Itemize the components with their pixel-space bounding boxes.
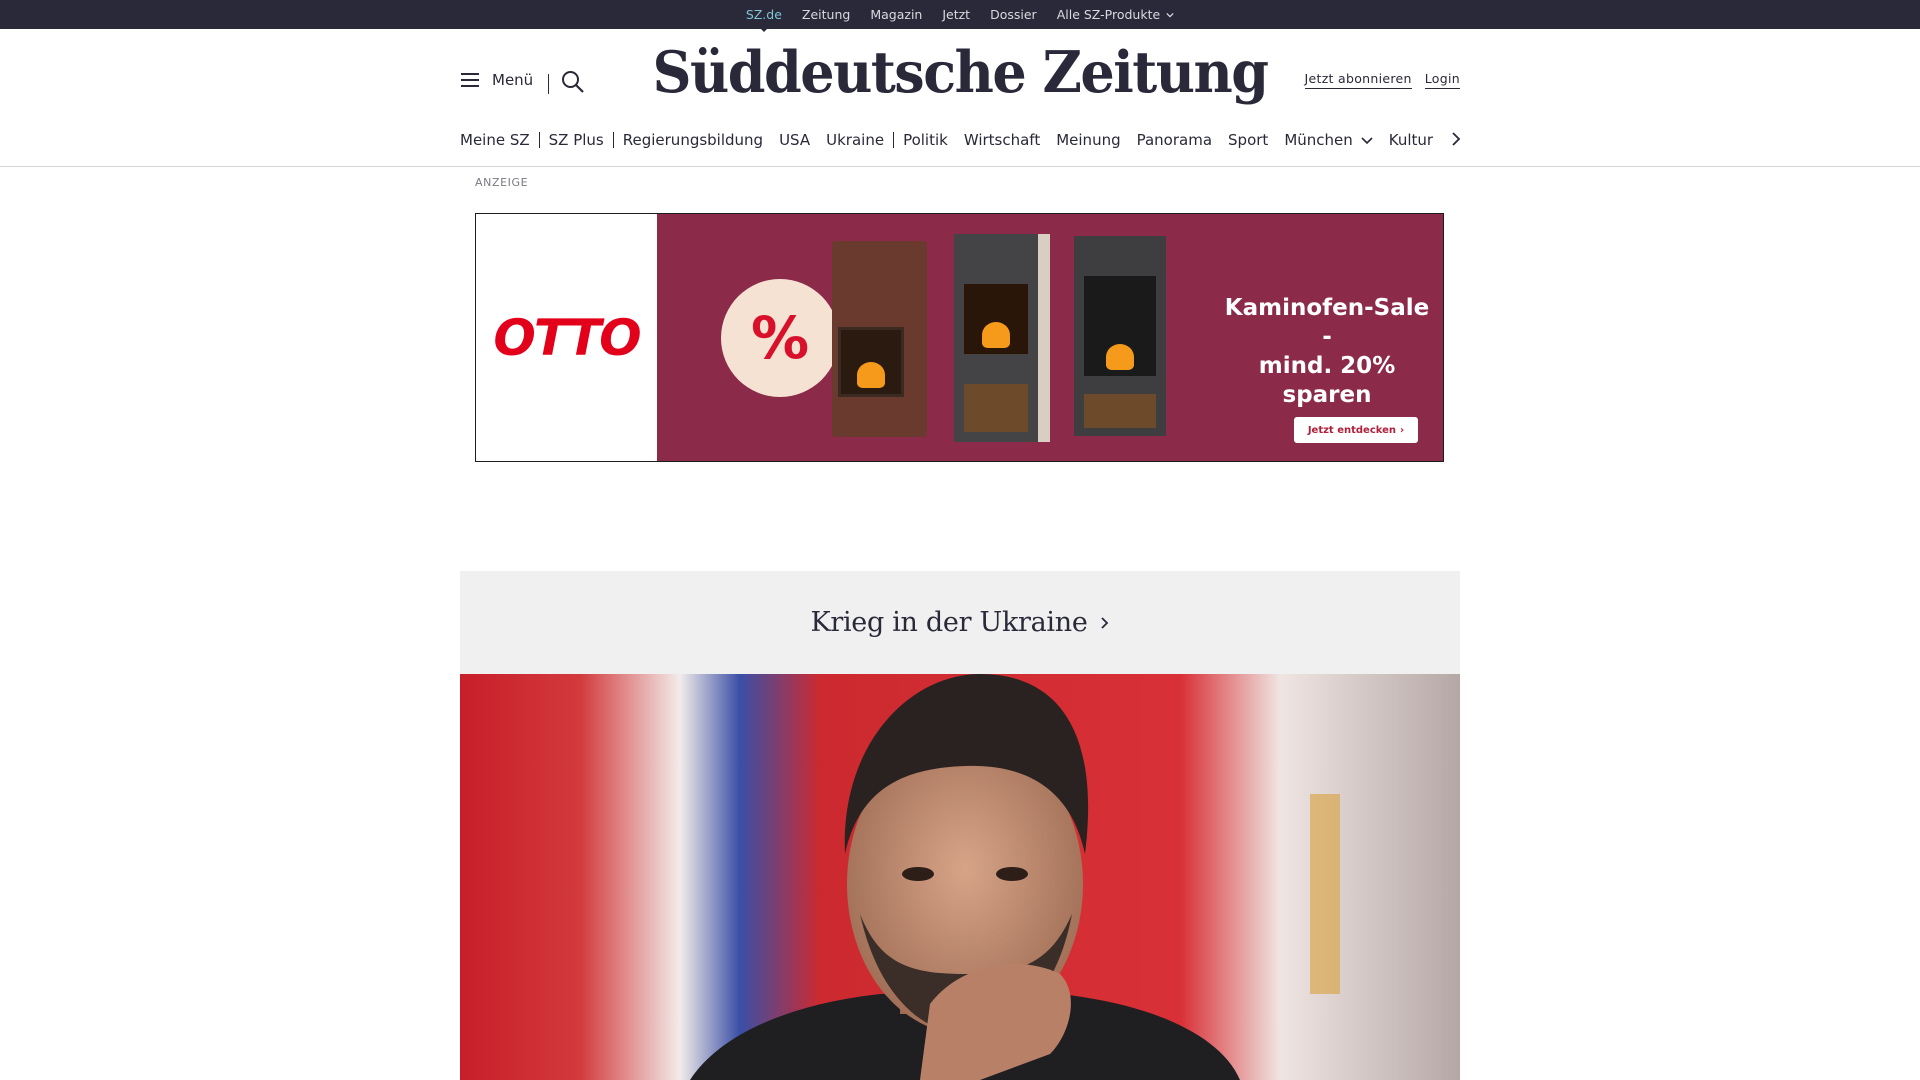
ad-visual-panel: % Kaminofen-Sale - mind. 20% sparen Jetz… [657,214,1443,461]
top-link-zeitung[interactable]: Zeitung [802,7,850,22]
nav-item-meine-sz[interactable]: Meine SZ [460,131,530,149]
hero-image[interactable] [460,674,1460,1080]
otto-logo: OTTO [493,308,641,367]
nav-item-panorama[interactable]: Panorama [1137,131,1212,149]
ad-label: ANZEIGE [475,176,529,189]
percent-badge: % [721,279,839,397]
nav-divider [893,132,895,148]
ad-cta-button[interactable]: Jetzt entdecken › [1294,417,1418,443]
chevron-right-icon: › [1400,424,1405,436]
top-link-alle-produkte-label: Alle SZ-Produkte [1056,7,1161,22]
chevron-right-icon[interactable] [1450,130,1462,148]
hero-photo [460,674,1460,1080]
logo[interactable]: Süddeutsche Zeitung [0,38,1920,106]
nav-item-muenchen[interactable]: München [1284,131,1373,149]
nav-item-sz-plus[interactable]: SZ Plus [549,131,604,149]
section-title: Krieg in der Ukraine [810,607,1088,638]
nav-item-sport[interactable]: Sport [1228,131,1268,149]
ad-headline-line2: mind. 20% sparen [1258,353,1396,408]
top-link-magazin[interactable]: Magazin [870,7,922,22]
stove-image [832,241,927,437]
ad-brand-panel: OTTO [476,214,657,461]
nav-divider [612,132,614,148]
account-links: Jetzt abonnieren Login [1304,71,1460,89]
chevron-down-icon [1361,137,1373,145]
nav-item-ukraine[interactable]: Ukraine [826,131,884,149]
site-header: Menü Süddeutsche Zeitung Jetzt abonniere… [0,29,1920,167]
nav-item-politik[interactable]: Politik [903,131,948,149]
top-link-szde[interactable]: SZ.de [746,7,782,32]
nav-item-kultur[interactable]: Kultur [1389,131,1433,149]
top-link-jetzt[interactable]: Jetzt [942,7,970,22]
ad-headline-line1: Kaminofen-Sale - [1224,295,1430,350]
section-header[interactable]: Krieg in der Ukraine [460,571,1460,674]
ad-banner[interactable]: OTTO % Kaminofen-Sale - mind. 20% sparen… [475,213,1444,462]
chevron-right-icon [1100,616,1108,629]
stove-image [954,234,1050,442]
nav-item-meinung[interactable]: Meinung [1056,131,1120,149]
login-link[interactable]: Login [1424,71,1460,89]
top-bar-links: SZ.de Zeitung Magazin Jetzt Dossier Alle… [746,7,1174,32]
top-bar: SZ.de Zeitung Magazin Jetzt Dossier Alle… [0,0,1920,32]
main-nav: Meine SZ SZ Plus Regierungsbildung USA U… [460,129,1433,151]
subscribe-link[interactable]: Jetzt abonnieren [1304,71,1412,89]
top-link-dossier[interactable]: Dossier [990,7,1037,22]
logo-text: Süddeutsche Zeitung [652,38,1269,106]
ad-headline: Kaminofen-Sale - mind. 20% sparen [1217,294,1437,410]
nav-divider [538,132,540,148]
nav-item-usa[interactable]: USA [779,131,810,149]
nav-item-wirtschaft[interactable]: Wirtschaft [964,131,1040,149]
ad-cta-label: Jetzt entdecken [1307,424,1397,436]
chevron-down-icon [1166,12,1174,17]
top-link-alle-produkte[interactable]: Alle SZ-Produkte [1057,7,1174,22]
stove-image [1074,236,1166,436]
nav-item-regierungsbildung[interactable]: Regierungsbildung [623,131,763,149]
nav-item-muenchen-label: München [1284,131,1353,149]
